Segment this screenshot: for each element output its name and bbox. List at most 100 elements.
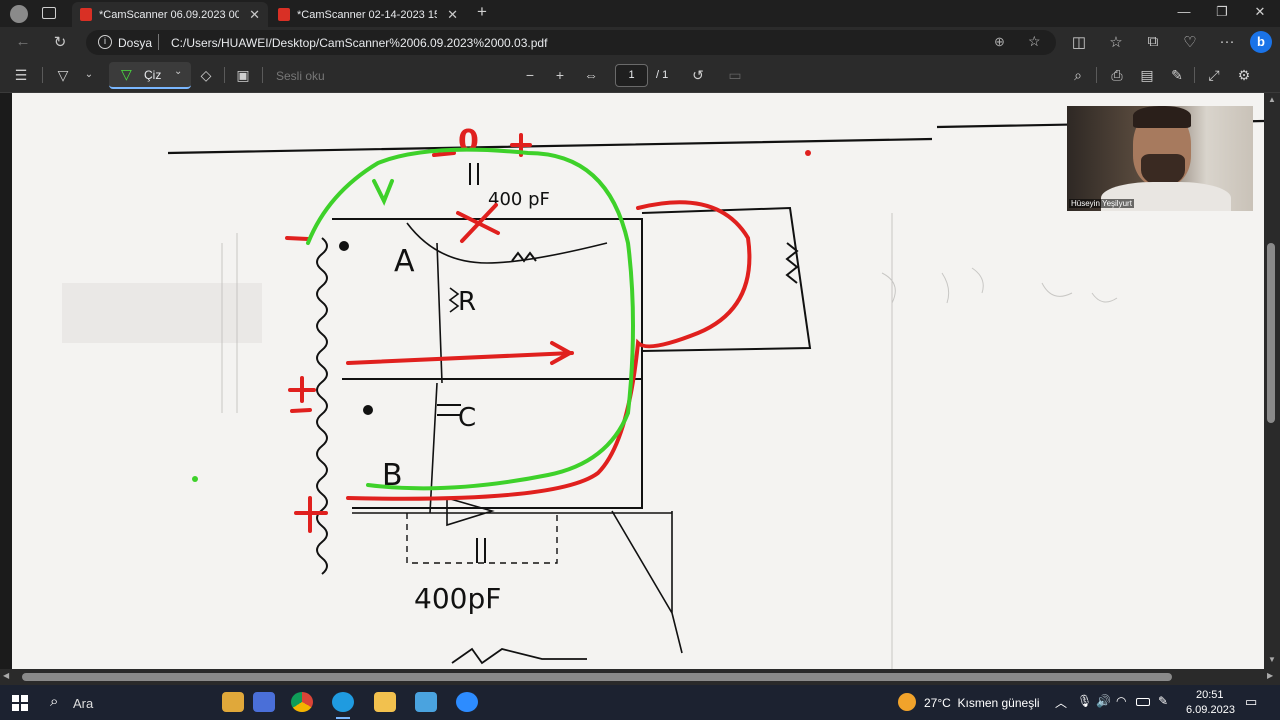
widgets-icon[interactable] xyxy=(222,692,244,712)
chrome-icon[interactable] xyxy=(291,692,313,712)
scroll-left-arrow[interactable]: ◀ xyxy=(3,671,9,680)
windows-start-icon[interactable] xyxy=(12,695,28,711)
toolbar-divider xyxy=(1096,67,1097,83)
wifi-icon[interactable]: ◠ xyxy=(1116,694,1126,708)
search-icon[interactable]: ⌕ xyxy=(1069,67,1087,83)
page-number-input[interactable]: 1 xyxy=(615,64,648,87)
photos-icon[interactable] xyxy=(415,692,437,712)
edge-icon[interactable] xyxy=(332,692,354,712)
pdf-toolbar: ☰ ▽ ⌄ ▽ Çiz ⌄ ◇ ▣ Sesli oku − + ⇔ 1 / 1 … xyxy=(0,58,1280,93)
resistor-label: R xyxy=(458,287,476,317)
taskbar-search[interactable]: Ara xyxy=(73,696,93,711)
contents-icon[interactable]: ☰ xyxy=(12,67,30,83)
node-a-label: A xyxy=(394,244,415,279)
scroll-right-arrow[interactable]: ▶ xyxy=(1267,671,1273,680)
search-icon[interactable]: ⌕ xyxy=(50,693,58,710)
microphone-icon[interactable]: 🎙 xyxy=(1077,694,1092,708)
pen-icon[interactable]: ✎ xyxy=(1158,694,1168,708)
info-icon[interactable]: i xyxy=(98,35,112,49)
scroll-up-arrow[interactable]: ▲ xyxy=(1268,95,1276,104)
vertical-scrollbar[interactable]: ▲ ▼ xyxy=(1264,93,1280,669)
new-tab-button[interactable]: + xyxy=(472,2,492,22)
site-label: Dosya xyxy=(118,36,153,50)
zero-mark: 0 xyxy=(458,124,479,159)
back-icon[interactable]: ← xyxy=(13,33,33,50)
taskbar: ⌕ Ara 27°C Kısmen güneşli ︿ 🎙 🔊 ◠ ✎ 20:5… xyxy=(0,685,1280,720)
browser-essentials-icon[interactable]: ♡ xyxy=(1180,33,1200,51)
volume-icon[interactable]: 🔊 xyxy=(1096,694,1111,708)
edge-active-indicator xyxy=(336,717,350,719)
print-icon[interactable]: ⎙ xyxy=(1108,67,1126,83)
weather-text[interactable]: 27°C Kısmen güneşli xyxy=(924,696,1040,710)
top-cap-label: 400 pF xyxy=(488,189,550,210)
address-bar[interactable]: i Dosya C:/Users/HUAWEI/Desktop/CamScann… xyxy=(86,30,1056,55)
close-icon[interactable]: ✕ xyxy=(249,7,260,23)
text-box-icon[interactable]: ▣ xyxy=(234,67,252,83)
draw-pen-icon: ▽ xyxy=(121,66,132,82)
maximize-button[interactable]: ❐ xyxy=(1212,4,1232,20)
close-icon[interactable]: ✕ xyxy=(447,7,458,23)
webcam-overlay: Hüseyin Yeşilyurt xyxy=(1067,106,1253,211)
read-aloud-button[interactable]: Sesli oku xyxy=(276,69,325,83)
highlight-icon[interactable]: ▽ xyxy=(54,67,72,83)
notifications-icon[interactable]: ▭ xyxy=(1245,694,1257,710)
clock-time[interactable]: 20:51 xyxy=(1196,689,1224,701)
close-window-button[interactable]: ✕ xyxy=(1250,4,1270,20)
battery-icon[interactable] xyxy=(1136,698,1150,706)
participant-name: Hüseyin Yeşilyurt xyxy=(1069,199,1134,208)
pdf-icon xyxy=(80,8,92,21)
file-explorer-icon[interactable] xyxy=(374,692,396,712)
toolbar-divider xyxy=(42,67,43,83)
scroll-down-arrow[interactable]: ▼ xyxy=(1268,655,1276,664)
tab-actions-icon[interactable] xyxy=(42,7,56,19)
toolbar-divider xyxy=(224,67,225,83)
clock-date[interactable]: 6.09.2023 xyxy=(1186,704,1235,716)
capacitor-label: C xyxy=(458,403,476,433)
tab-title: *CamScanner 06.09.2023 00.03.pdf xyxy=(99,8,240,21)
draw-label: Çiz xyxy=(144,68,162,82)
save-as-icon[interactable]: ✎ xyxy=(1168,67,1186,83)
zoom-out-icon[interactable]: − xyxy=(521,67,539,83)
weather-icon[interactable] xyxy=(898,693,916,711)
draw-button[interactable]: ▽ Çiz ⌄ xyxy=(109,62,191,89)
zoom-in-icon[interactable]: + xyxy=(551,67,569,83)
tab-strip: *CamScanner 06.09.2023 00.03.pdf ✕ *CamS… xyxy=(0,0,1280,27)
horizontal-scroll-thumb[interactable] xyxy=(22,673,1172,681)
tab-title: *CamScanner 02-14-2023 15.10.pdf xyxy=(297,8,438,21)
pdf-icon xyxy=(278,8,290,21)
horizontal-scrollbar[interactable]: ◀ ▶ xyxy=(0,669,1280,685)
chevron-down-icon[interactable]: ⌄ xyxy=(174,66,182,77)
rotate-icon[interactable]: ↺ xyxy=(689,67,707,83)
more-menu-icon[interactable]: ··· xyxy=(1217,33,1237,50)
page-total: / 1 xyxy=(656,69,669,81)
page-view-icon[interactable]: ▭ xyxy=(726,67,744,83)
split-screen-icon[interactable]: ◫ xyxy=(1069,33,1089,51)
navigation-bar: ← ↻ i Dosya C:/Users/HUAWEI/Desktop/CamS… xyxy=(0,27,1280,58)
settings-gear-icon[interactable]: ⚙ xyxy=(1235,67,1253,83)
tab-camscanner-1[interactable]: *CamScanner 06.09.2023 00.03.pdf ✕ xyxy=(72,2,268,27)
vertical-scroll-thumb[interactable] xyxy=(1267,243,1275,423)
fullscreen-icon[interactable]: ⤢ xyxy=(1205,67,1223,83)
bottom-cap-label: 400pF xyxy=(414,582,501,615)
favorite-star-icon[interactable]: ☆ xyxy=(1028,33,1041,50)
tab-camscanner-2[interactable]: *CamScanner 02-14-2023 15.10.pdf ✕ xyxy=(270,2,466,27)
person-hair xyxy=(1133,106,1191,128)
fit-page-icon[interactable]: ⇔ xyxy=(582,67,600,83)
toolbar-divider xyxy=(262,67,263,83)
chevron-up-icon[interactable]: ︿ xyxy=(1055,694,1067,711)
favorites-icon[interactable]: ☆ xyxy=(1106,33,1126,51)
toolbar-divider xyxy=(1194,67,1195,83)
zoom-icon[interactable]: ⊕ xyxy=(994,34,1005,50)
chevron-down-icon[interactable]: ⌄ xyxy=(80,67,98,83)
url-text[interactable]: C:/Users/HUAWEI/Desktop/CamScanner%2006.… xyxy=(171,36,547,50)
eraser-icon[interactable]: ◇ xyxy=(197,67,215,83)
teams-icon[interactable] xyxy=(253,692,275,712)
save-icon[interactable]: ▤ xyxy=(1138,67,1156,83)
refresh-icon[interactable]: ↻ xyxy=(50,33,70,51)
minimize-button[interactable]: — xyxy=(1174,4,1194,19)
collections-icon[interactable]: ⧉ xyxy=(1143,33,1163,50)
zoom-icon[interactable] xyxy=(456,692,478,712)
address-separator xyxy=(158,34,159,50)
profile-avatar[interactable] xyxy=(10,5,28,23)
copilot-icon[interactable]: b xyxy=(1250,31,1272,53)
